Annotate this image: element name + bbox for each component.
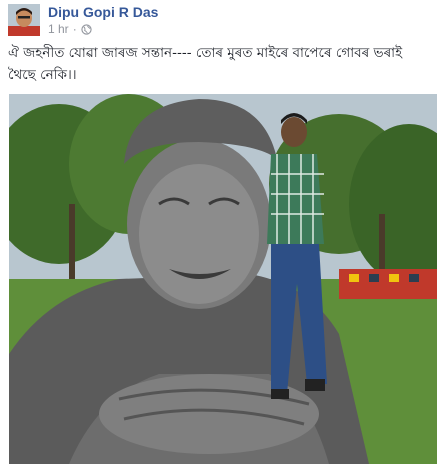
globe-icon[interactable]	[81, 23, 92, 35]
post-header: Dipu Gopi R Das 1 hr ·	[0, 0, 438, 40]
avatar-image	[8, 4, 40, 36]
post-photo[interactable]	[9, 94, 437, 464]
author-name-link[interactable]: Dipu Gopi R Das	[48, 4, 158, 20]
author-avatar[interactable]	[8, 4, 40, 36]
statue-photo-image	[9, 94, 437, 464]
post-meta: 1 hr ·	[48, 22, 92, 36]
post-text: ঐ জহনীত যোৱা জাৰজ সন্তান---- তোৰ মুৰত মা…	[8, 45, 403, 83]
meta-separator: ·	[72, 22, 77, 36]
post-timestamp[interactable]: 1 hr	[48, 22, 69, 36]
